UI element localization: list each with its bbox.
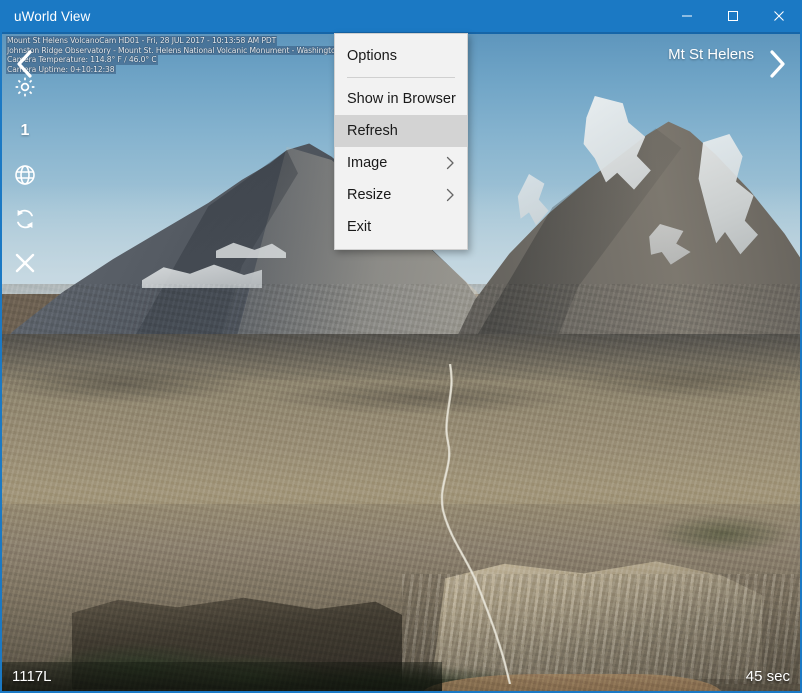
maximize-button[interactable] [710, 0, 756, 32]
minimize-button[interactable] [664, 0, 710, 32]
menu-item-label: Options [347, 48, 397, 64]
menu-item-exit[interactable]: Exit [335, 211, 467, 243]
status-right-label: 45 sec [745, 668, 790, 685]
menu-item-label: Resize [347, 187, 392, 203]
context-menu[interactable]: Options Show in Browser Refresh Image Re… [334, 33, 468, 250]
submenu-indicator [446, 156, 455, 170]
refresh-icon [17, 209, 33, 229]
left-toolbar: 1 [8, 72, 42, 278]
vegetation-patch-upper [602, 504, 800, 564]
close-viewer-button[interactable] [10, 248, 40, 278]
menu-item-image[interactable]: Image [335, 147, 467, 179]
uworld-view-window: uWorld View Mount St Helens VolcanoCam H… [0, 0, 802, 693]
chevron-right-icon [770, 50, 785, 78]
close-icon [774, 11, 784, 21]
minimize-icon [682, 15, 692, 17]
refresh-button[interactable] [10, 204, 40, 234]
menu-item-label: Show in Browser [347, 91, 456, 107]
title-bar: uWorld View [0, 0, 802, 32]
menu-item-options[interactable]: Options [335, 40, 467, 72]
menu-item-show-in-browser[interactable]: Show in Browser [335, 83, 467, 115]
status-left-label: 1117L [12, 668, 52, 685]
close-x-icon [15, 253, 35, 273]
open-map-button[interactable] [10, 160, 40, 190]
chevron-right-icon [446, 156, 454, 170]
window-controls [664, 0, 802, 32]
menu-item-label: Exit [347, 219, 372, 235]
gear-icon [15, 77, 35, 97]
settings-button[interactable] [10, 72, 40, 102]
window-title: uWorld View [14, 8, 91, 24]
menu-item-label: Image [347, 155, 388, 171]
close-button[interactable] [756, 0, 802, 32]
camera-index-label: 1 [20, 122, 30, 139]
foreground-shadow [2, 662, 442, 691]
chevron-right-icon [446, 188, 454, 202]
menu-separator [347, 77, 455, 78]
river-channel [392, 364, 572, 684]
globe-icon [15, 165, 35, 185]
next-camera-button[interactable] [760, 44, 794, 84]
submenu-indicator [446, 188, 455, 202]
menu-item-refresh[interactable]: Refresh [335, 115, 467, 147]
menu-item-label: Refresh [347, 123, 398, 139]
camera-name-label: Mt St Helens [668, 46, 754, 63]
maximize-icon [728, 11, 738, 21]
menu-item-resize[interactable]: Resize [335, 179, 467, 211]
